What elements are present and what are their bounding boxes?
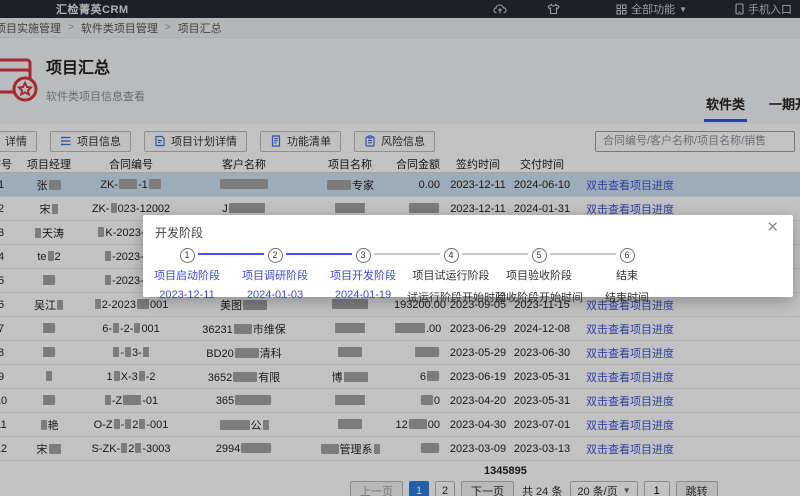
close-icon[interactable]: ✕ xyxy=(766,220,779,235)
app-window: 汇检菁英CRM 全部功能 xyxy=(0,0,800,496)
step-2: 2 项目调研阶段 2024-01-03 xyxy=(231,245,319,305)
step-number: 5 xyxy=(532,248,547,263)
step-label: 项目开发阶段 xyxy=(319,267,407,283)
step-number: 6 xyxy=(620,248,635,263)
dialog-title: 开发阶段 xyxy=(155,224,203,241)
step-sub-label: 试运行阶段开始时间 xyxy=(407,289,495,305)
step-5: 5 项目验收阶段验收阶段开始时间 xyxy=(495,245,583,305)
step-label: 项目启动阶段 xyxy=(143,267,231,283)
step-label: 项目试运行阶段 xyxy=(407,267,495,283)
step-3: 3 项目开发阶段 2024-01-19 xyxy=(319,245,407,305)
step-number: 1 xyxy=(180,248,195,263)
step-6: 6 结束结束时间 xyxy=(583,245,671,305)
step-label: 项目验收阶段 xyxy=(495,267,583,283)
development-stage-dialog: 开发阶段 ✕ 1项目启动阶段2023-12-112项目调研阶段2024-01-0… xyxy=(143,215,793,297)
step-sub-label: 2024-01-03 xyxy=(231,289,319,301)
step-sub-label: 2024-01-19 xyxy=(319,289,407,301)
step-number: 3 xyxy=(356,248,371,263)
step-number: 4 xyxy=(444,248,459,263)
step-1: 1 项目启动阶段 2023-12-11 xyxy=(143,245,231,305)
stage-stepper: 1 项目启动阶段 2023-12-11 2 项目调研阶段 2024-01-03 3 项目开发阶… xyxy=(143,245,671,305)
step-sub-label: 结束时间 xyxy=(583,289,671,305)
step-label: 项目调研阶段 xyxy=(231,267,319,283)
step-sub-label: 验收阶段开始时间 xyxy=(495,289,583,305)
step-label: 结束 xyxy=(583,267,671,283)
step-4: 4 项目试运行阶段试运行阶段开始时间 xyxy=(407,245,495,305)
step-number: 2 xyxy=(268,248,283,263)
step-sub-label: 2023-12-11 xyxy=(143,289,231,301)
